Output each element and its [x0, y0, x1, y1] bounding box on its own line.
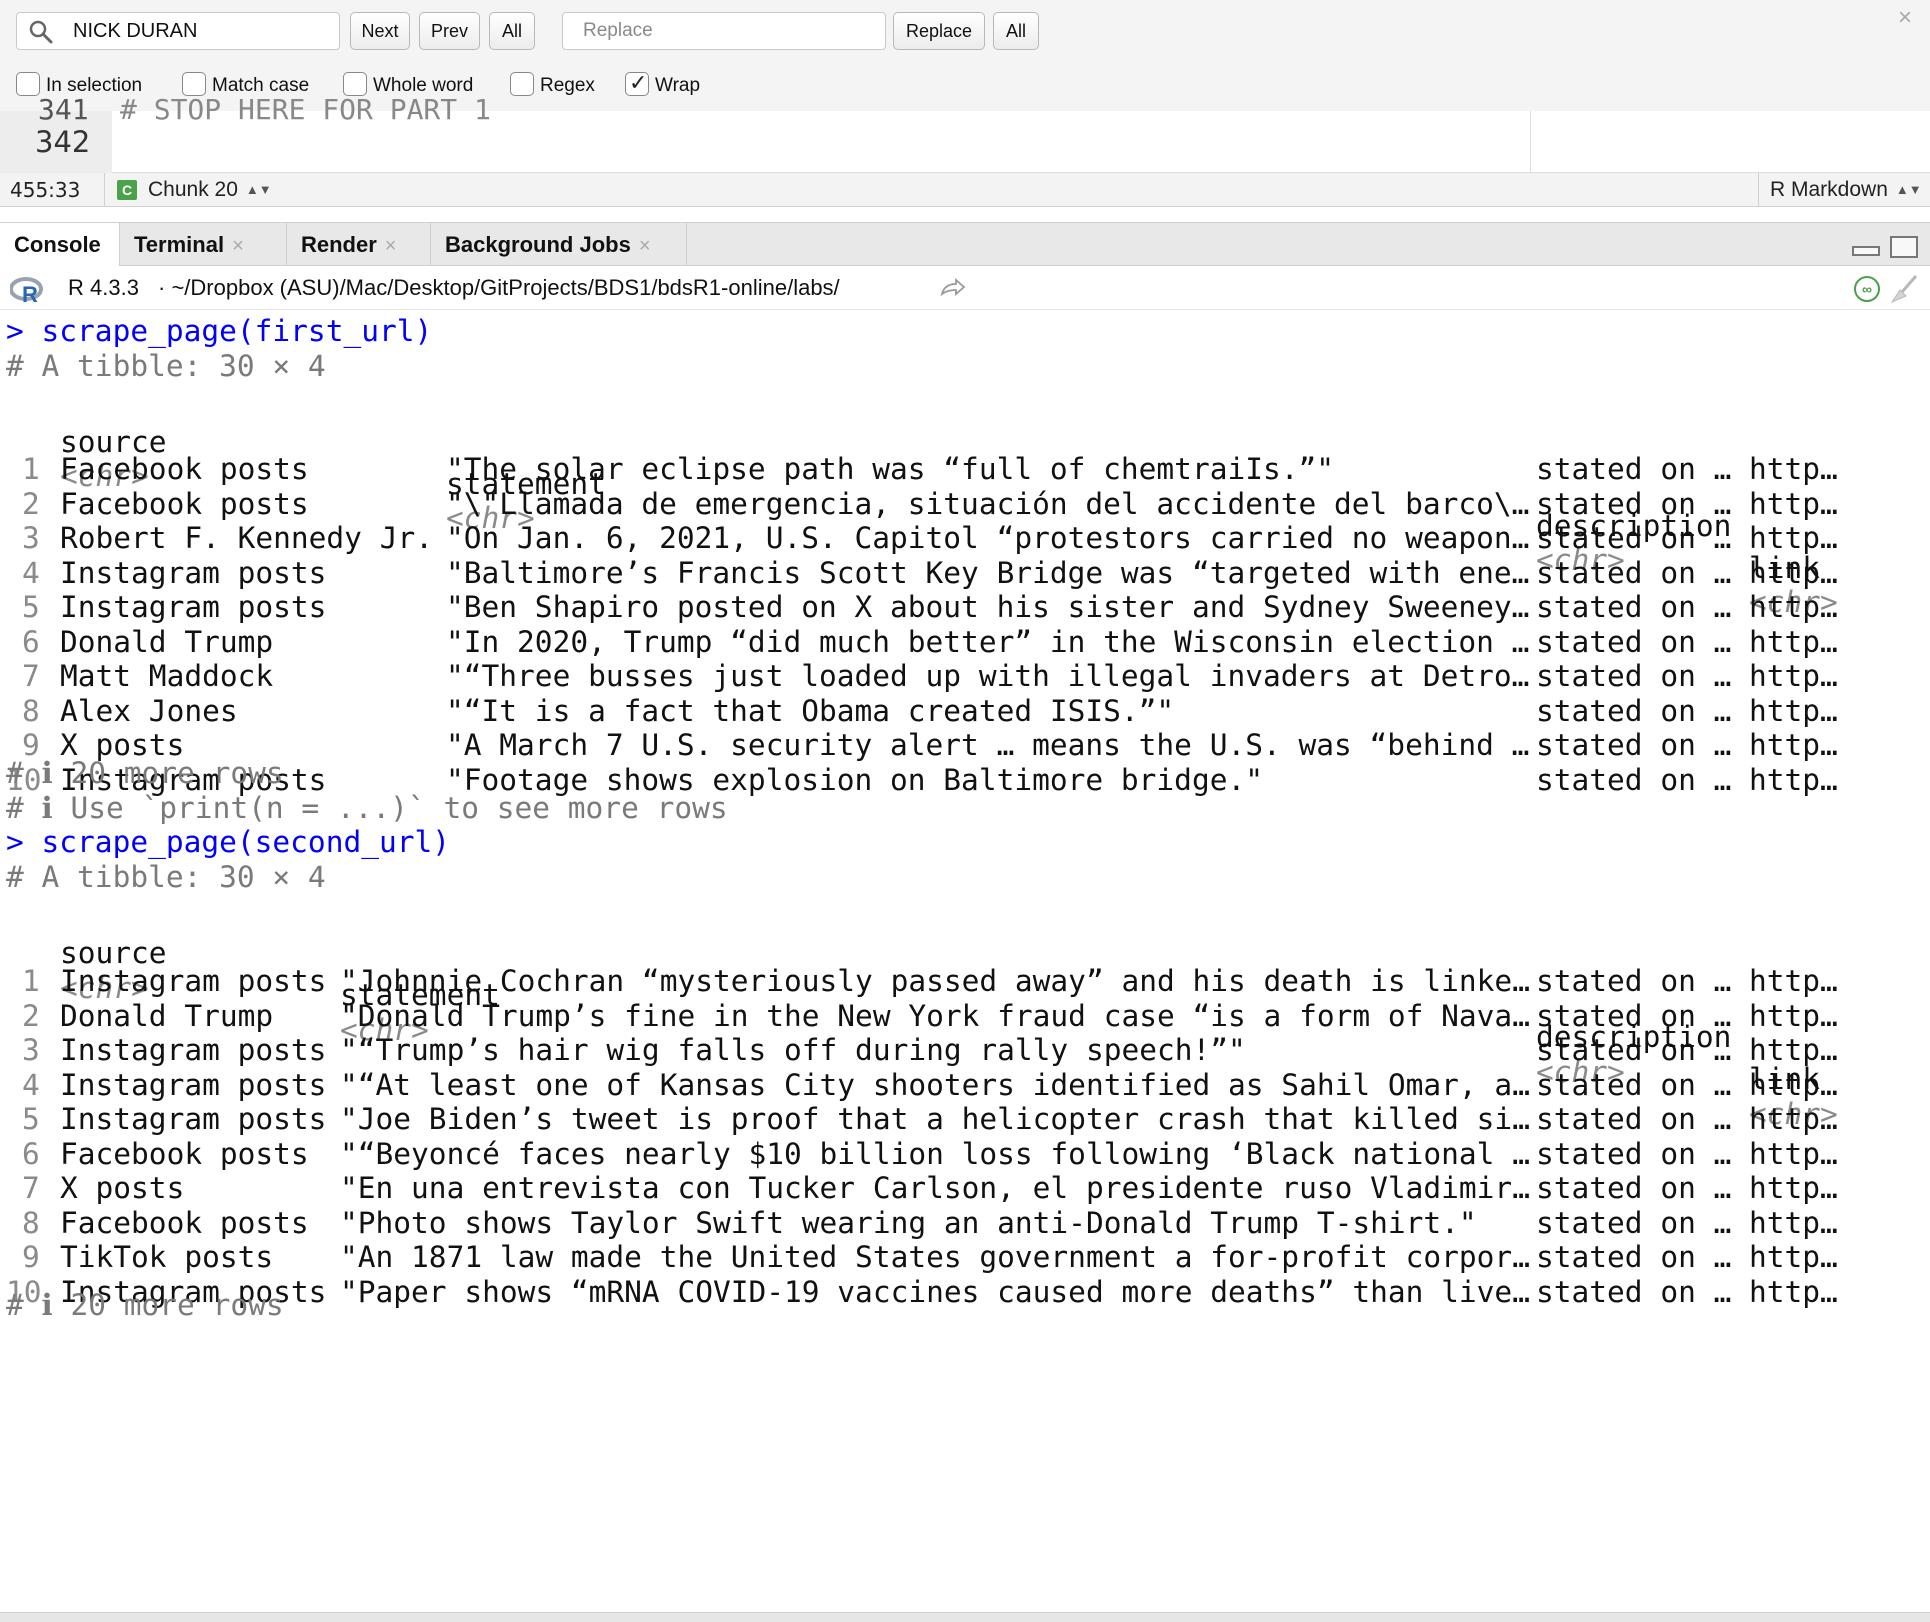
pane-bottom-edge: [0, 1612, 1930, 1622]
maximize-pane-icon[interactable]: [1890, 236, 1918, 258]
chunk-selector[interactable]: Chunk 20 ▲▼: [148, 173, 272, 207]
divider: [1758, 173, 1759, 207]
tab-label: Terminal: [134, 232, 225, 257]
console-output[interactable]: > scrape_page(first_url) # A tibble: 30 …: [0, 310, 1930, 1612]
close-tab-icon[interactable]: ×: [232, 235, 244, 257]
cell-link: http…: [1749, 1274, 1838, 1309]
clear-console-icon[interactable]: [1888, 274, 1920, 304]
cell-statement: "Paper shows “mRNA COVID-19 vaccines cau…: [340, 1274, 1530, 1309]
replace-all-button[interactable]: All: [993, 12, 1039, 50]
option-label: Regex: [540, 75, 595, 96]
svg-text:R: R: [22, 282, 38, 304]
updown-icon: ▲▼: [245, 182, 272, 197]
working-directory: · ~/Dropbox (ASU)/Mac/Desktop/GitProject…: [158, 266, 840, 310]
tab-background-jobs[interactable]: Background Jobs ×: [431, 223, 687, 267]
file-type-selector[interactable]: R Markdown ▲▼: [1770, 173, 1922, 207]
pane-tabs: Console Terminal × Render × Background Job…: [0, 222, 1930, 268]
line-gutter: 341 342: [0, 93, 112, 173]
tab-label: Render: [301, 232, 377, 257]
close-tab-icon[interactable]: ×: [639, 235, 651, 257]
minimize-pane-icon[interactable]: [1852, 246, 1880, 256]
margin-line: [1530, 111, 1531, 173]
find-all-button[interactable]: All: [489, 12, 535, 50]
editor-status-bar: 455:33 C Chunk 20 ▲▼ R Markdown ▲▼: [0, 173, 1930, 207]
chunk-icon: C: [117, 180, 137, 200]
option-regex[interactable]: Regex: [510, 72, 595, 102]
r-logo-icon: R: [10, 277, 43, 304]
divider: [104, 173, 105, 207]
tab-console[interactable]: Console: [0, 223, 120, 268]
separator: ·: [158, 275, 166, 300]
updown-icon: ▲▼: [1895, 182, 1922, 197]
chunk-label: Chunk 20: [148, 178, 238, 201]
cursor-position: 455:33: [10, 178, 81, 202]
tab-label: Console: [14, 232, 101, 257]
console-header: R R 4.3.3 · ~/Dropbox (ASU)/Mac/Desktop/…: [0, 266, 1930, 310]
path-text: ~/Dropbox (ASU)/Mac/Desktop/GitProjects/…: [171, 275, 840, 300]
close-tab-icon[interactable]: ×: [385, 235, 397, 257]
cell-description: stated on …: [1536, 762, 1732, 797]
tab-terminal[interactable]: Terminal ×: [120, 223, 287, 267]
checkbox[interactable]: [625, 69, 649, 97]
more-rows-note: # ℹ 20 more rows: [6, 1288, 284, 1322]
infinity-icon[interactable]: ∞: [1854, 276, 1880, 302]
cell-description: stated on …: [1536, 1274, 1732, 1309]
line-number: 342: [35, 125, 91, 159]
r-version: R 4.3.3: [68, 275, 139, 300]
line-number: 341: [38, 93, 89, 126]
source-editor[interactable]: 341 342 # STOP HERE FOR PART 1: [0, 93, 1930, 173]
search-icon: [29, 20, 53, 44]
option-wrap[interactable]: Wrap: [625, 69, 701, 102]
table-row: 10 Instagram posts "Paper shows “mRNA COVI…: [6, 1271, 1926, 1313]
tab-label: Background Jobs: [445, 232, 631, 257]
close-icon[interactable]: ×: [1898, 4, 1912, 32]
option-label: Wrap: [655, 75, 701, 96]
tab-render[interactable]: Render ×: [287, 223, 431, 267]
file-type-label: R Markdown: [1770, 178, 1888, 201]
find-prev-button[interactable]: Prev: [419, 12, 480, 50]
checkbox[interactable]: [16, 72, 40, 96]
checkbox[interactable]: [510, 72, 534, 96]
find-next-button[interactable]: Next: [350, 12, 410, 50]
replace-input[interactable]: Replace: [562, 12, 886, 50]
replace-button[interactable]: Replace: [893, 12, 985, 50]
go-to-directory-icon[interactable]: [940, 278, 966, 298]
cell-link: http…: [1749, 762, 1838, 797]
search-input[interactable]: NICK DURAN: [16, 12, 340, 50]
code-line: # STOP HERE FOR PART 1: [120, 93, 491, 126]
